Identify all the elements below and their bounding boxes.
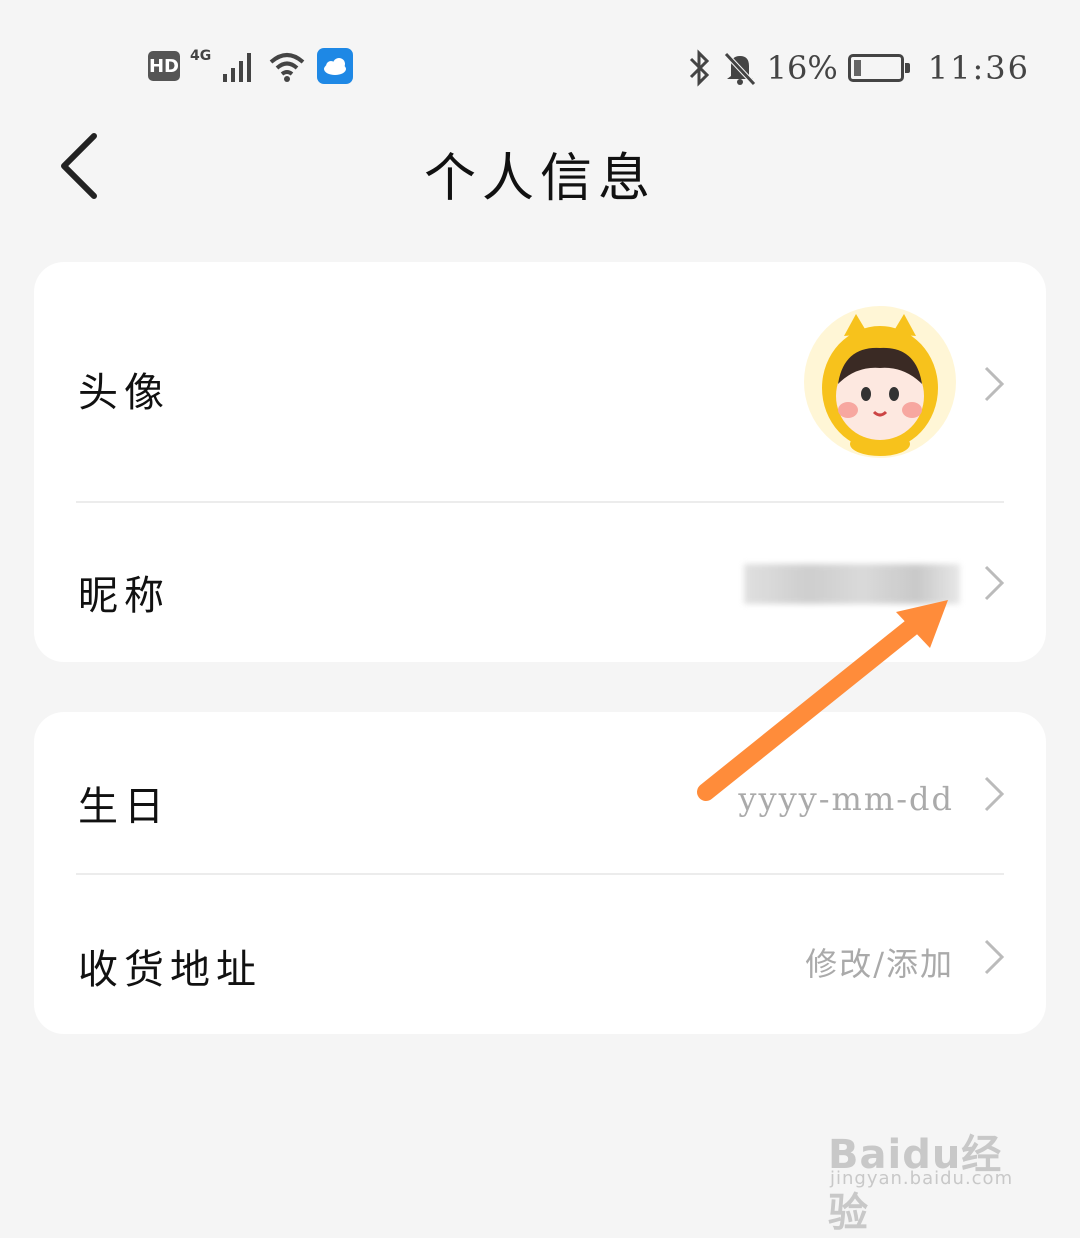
battery-percent: 16% [766,49,838,87]
chevron-right-icon [984,776,1005,812]
page-title: 个人信息 [423,149,656,209]
address-row[interactable]: 收货地址 修改/添加 [34,875,1046,1034]
nickname-label: 昵称 [78,573,170,619]
app-notification-icon [317,48,354,84]
clock: 11:36 [927,49,1030,87]
avatar[interactable] [804,306,956,458]
mute-bell-icon [723,52,756,86]
bluetooth-icon [689,49,709,87]
battery-level [853,60,861,76]
chevron-right-icon [984,366,1005,402]
address-label: 收货地址 [78,947,262,993]
wifi-icon [269,53,305,82]
signal-icon [223,53,252,82]
nickname-redaction [744,564,960,604]
birthday-value: yyyy-mm-dd [738,780,954,818]
status-left: HD 4G [148,46,354,86]
birthday-row[interactable]: 生日 yyyy-mm-dd [34,712,1046,874]
battery-icon [847,54,910,82]
hd-badge: HD [148,51,180,81]
birthday-label: 生日 [78,784,170,830]
address-action: 修改/添加 [805,945,954,983]
status-bar: HD 4G 16% 11:36 [0,0,1080,120]
baidu-watermark: Baidu经验 jingyan.baidu.com [828,1100,1028,1236]
watermark-sub: jingyan.baidu.com [830,1168,1014,1189]
chevron-right-icon [984,939,1005,975]
chevron-right-icon [984,565,1005,601]
network-type: 4G [190,48,212,64]
status-right: 16% 11:36 [687,46,1030,90]
avatar-row[interactable]: 头像 [34,262,1046,502]
profile-card: 头像 昵称 [34,262,1046,662]
avatar-label: 头像 [78,370,170,416]
details-card: 生日 yyyy-mm-dd 收货地址 修改/添加 [34,712,1046,1034]
